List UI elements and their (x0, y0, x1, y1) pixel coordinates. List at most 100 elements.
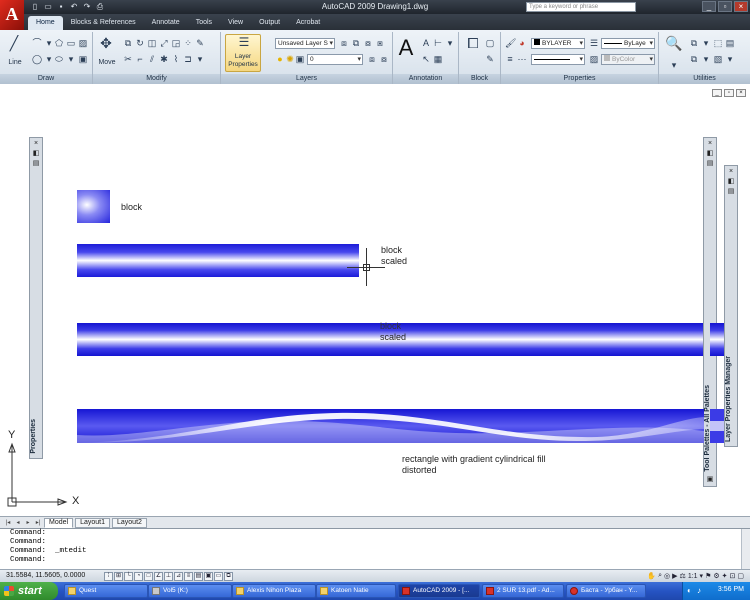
palette-tabs-icon[interactable]: ▣ (705, 476, 715, 484)
line-tool-icon[interactable]: ╱ (6, 36, 22, 56)
dropdown-icon[interactable]: ▾ (66, 54, 76, 64)
utilities-panel-title[interactable]: Utilities (659, 74, 750, 84)
block-panel-title[interactable]: Block (459, 74, 500, 84)
showmotion-icon[interactable]: ▶ (672, 572, 677, 580)
tab-view[interactable]: View (220, 16, 251, 30)
zoom-icon[interactable]: 🔍 (665, 36, 682, 56)
tab-acrobat[interactable]: Acrobat (288, 16, 328, 30)
taskbar-item[interactable]: Katoen Natie (316, 584, 396, 598)
paste-icon[interactable]: ▧ (713, 54, 723, 64)
stretch-icon[interactable]: ⤢ (159, 38, 169, 48)
block-label[interactable]: block (121, 202, 142, 213)
fillet-icon[interactable]: ⌐ (135, 54, 145, 64)
quick-select-icon[interactable]: ⧉ (689, 38, 699, 48)
palette-properties-icon[interactable]: ▤ (726, 188, 736, 196)
region-icon[interactable]: ▣ (78, 54, 88, 64)
distorted-gradient-rect[interactable] (77, 409, 704, 443)
workspace-icon[interactable]: ✦ (722, 572, 728, 580)
move-tool-icon[interactable]: ✥ (98, 36, 114, 56)
multiline-text-icon[interactable]: A (397, 36, 415, 60)
ducs-icon[interactable]: ⊥ (164, 572, 173, 581)
dropdown-icon[interactable]: ▾ (725, 54, 735, 64)
layer-manager-palette[interactable]: × ◧ ▤ Layer Properties Manager (724, 165, 738, 447)
model-icon[interactable]: ▣ (204, 572, 213, 581)
dimension-icon[interactable]: ⊢ (433, 38, 443, 48)
close-icon[interactable]: × (734, 1, 748, 12)
layout-tab-layout1[interactable]: Layout1 (75, 517, 110, 528)
quick-view-icon[interactable]: ⧉ (224, 572, 233, 581)
tab-output[interactable]: Output (251, 16, 288, 30)
lightbulb-icon[interactable]: ● (275, 54, 285, 64)
quick-properties-icon[interactable]: ▤ (194, 572, 203, 581)
join-icon[interactable]: ⊐ (183, 54, 193, 64)
match-properties-icon[interactable]: 🖌 (505, 38, 516, 48)
copy-icon[interactable]: ⧉ (123, 38, 133, 48)
list-icon[interactable]: ≡ (505, 54, 515, 64)
prev-layout-icon[interactable]: ◂ (14, 519, 22, 526)
layer-state-combo[interactable]: Unsaved Layer S (275, 38, 335, 49)
lineweight-toggle-icon[interactable]: ≡ (184, 572, 193, 581)
taskbar-item[interactable]: 2 SUR 13.pdf - Ad... (482, 584, 564, 598)
color-combo[interactable]: BYLAYER (531, 38, 585, 49)
pan-icon[interactable]: ✋ (647, 572, 656, 580)
modify-panel-title[interactable]: Modify (93, 74, 220, 84)
minimize-icon[interactable]: _ (702, 1, 716, 12)
properties-palette[interactable]: × ◧ ▤ Properties (29, 137, 43, 459)
color-wheel-icon[interactable]: ◕ (517, 38, 527, 48)
last-layout-icon[interactable]: ▸| (34, 519, 42, 526)
hatch-icon[interactable]: ▨ (78, 38, 88, 48)
dropdown-icon[interactable]: ▾ (445, 38, 455, 48)
palette-autohide-icon[interactable]: ◧ (31, 150, 41, 158)
rectangle-icon[interactable]: ▭ (66, 38, 76, 48)
leader-icon[interactable]: ↖ (421, 54, 431, 64)
clean-screen-icon[interactable]: ▢ (737, 572, 744, 580)
polyline-icon[interactable]: ⌒ (32, 38, 42, 48)
palette-autohide-icon[interactable]: ◧ (705, 150, 715, 158)
wide-scaled-rect-end[interactable] (710, 323, 724, 356)
palette-close-icon[interactable]: × (726, 168, 736, 176)
tab-tools[interactable]: Tools (188, 16, 220, 30)
single-line-text-icon[interactable]: A (421, 38, 431, 48)
palette-properties-icon[interactable]: ▤ (31, 160, 41, 168)
first-layout-icon[interactable]: |◂ (4, 519, 12, 526)
layer-freeze-icon[interactable]: ⧆ (375, 38, 385, 48)
layer-previous-icon[interactable]: ⧇ (379, 54, 389, 64)
copy-clip-icon[interactable]: ⧉ (689, 54, 699, 64)
palette-autohide-icon[interactable]: ◧ (726, 178, 736, 186)
taskbar-item[interactable]: Alexis Nihon Plaza (232, 584, 316, 598)
snap-icon[interactable]: ⁞ (104, 572, 113, 581)
layout-icon[interactable]: ▭ (214, 572, 223, 581)
table-icon[interactable]: ▦ (433, 54, 443, 64)
layer-state-icon[interactable]: ⧈ (339, 38, 349, 48)
ortho-icon[interactable]: └ (124, 572, 133, 581)
viewport-minimize-icon[interactable]: _ (712, 89, 722, 97)
scaled-label-line1[interactable]: block (381, 245, 402, 256)
array-icon[interactable]: ⁘ (183, 38, 193, 48)
palette-close-icon[interactable]: × (705, 140, 715, 148)
scaled-block-rect[interactable] (77, 244, 359, 277)
auto-scale-icon[interactable]: ⚙ (713, 572, 719, 580)
explode-icon[interactable]: ✱ (159, 54, 169, 64)
offset-icon[interactable]: ⫽ (147, 54, 157, 64)
cursor-coordinates[interactable]: 31.5584, 11.5605, 0.0000 (6, 572, 85, 579)
lock-toolbar-icon[interactable]: ⊡ (730, 572, 736, 580)
tray-icon[interactable]: ◐ (687, 586, 692, 595)
distorted-gradient-rect-end[interactable] (710, 409, 724, 443)
osnap-icon[interactable]: □ (144, 572, 153, 581)
scaled-label-line2[interactable]: scaled (381, 256, 407, 267)
dropdown-icon[interactable]: ▾ (700, 572, 704, 580)
layout-tab-layout2[interactable]: Layout2 (112, 517, 147, 528)
steering-wheel-icon[interactable]: ◎ (664, 572, 670, 580)
plot-style-combo[interactable]: ByColor (601, 54, 655, 65)
dropdown-icon[interactable]: ▾ (44, 38, 54, 48)
taskbar-item[interactable]: Баста - Урбан - Y... (566, 584, 646, 598)
scale-icon[interactable]: ◲ (171, 38, 181, 48)
layer-off-icon[interactable]: ⧇ (363, 38, 373, 48)
ellipse-icon[interactable]: ⬭ (54, 54, 64, 64)
calculator-icon[interactable]: ▤ (725, 38, 735, 48)
edit-block-icon[interactable]: ✎ (485, 54, 495, 64)
grid-icon[interactable]: ⊞ (114, 572, 123, 581)
linetype-icon[interactable]: ⋯ (517, 54, 527, 64)
current-layer-combo[interactable]: 0 (307, 54, 363, 65)
erase-icon[interactable]: ✎ (195, 38, 205, 48)
